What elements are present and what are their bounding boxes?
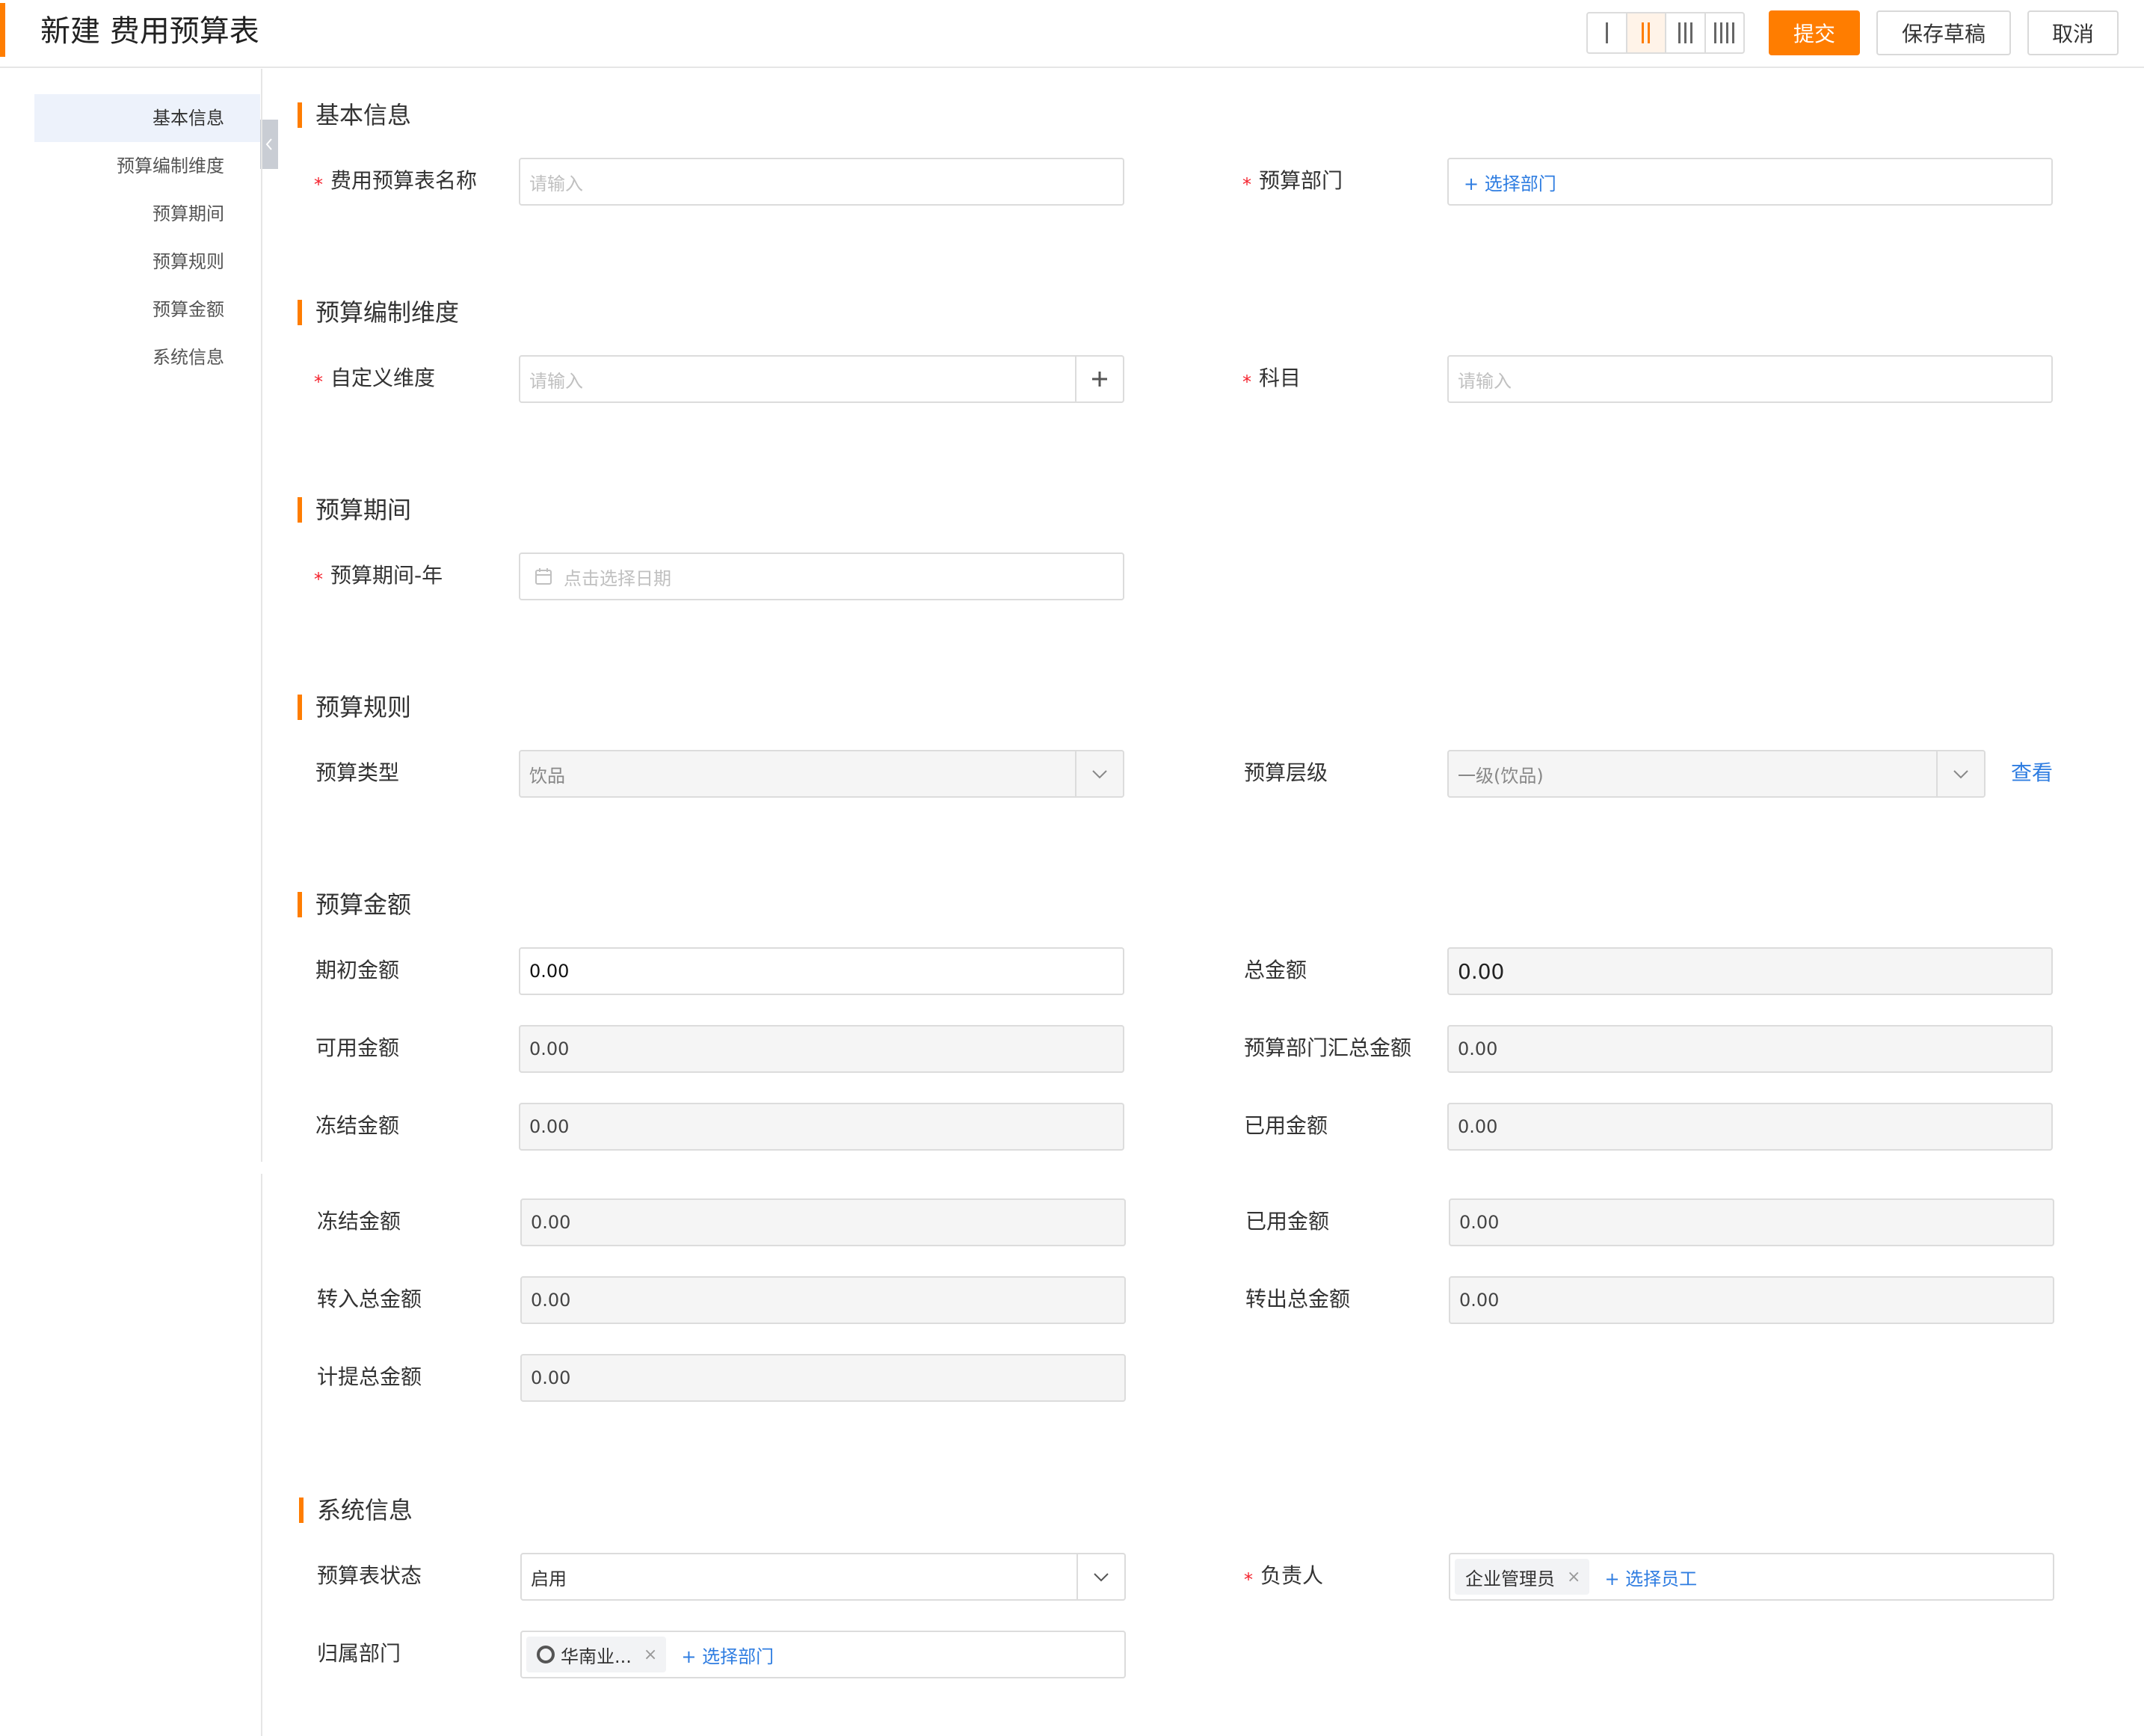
required-mark: * xyxy=(314,569,323,590)
used-amount-field: 0.00 xyxy=(1447,1103,2053,1151)
select-dept-link[interactable]: + 选择部门 xyxy=(666,1642,774,1668)
required-mark: * xyxy=(314,372,323,393)
dept-total-amount-field: 0.00 xyxy=(1447,1025,2053,1073)
period-year-datepicker[interactable]: 点击选择日期 xyxy=(519,552,1124,600)
owning-dept-selector[interactable]: 华南业... × + 选择部门 xyxy=(520,1631,1126,1678)
nav-item-period[interactable]: 预算期间 xyxy=(34,190,260,238)
frozen-amount-field: 0.00 xyxy=(519,1103,1124,1151)
dept-total-amount-label: 预算部门汇总金额 xyxy=(1244,1035,1412,1060)
status-dropdown[interactable] xyxy=(1076,1554,1124,1599)
subject-input[interactable]: 请输入 xyxy=(1447,355,2053,403)
nav-item-system-info[interactable]: 系统信息 xyxy=(34,333,260,381)
layout-2-column-button[interactable] xyxy=(1627,13,1666,52)
chevron-down-icon xyxy=(1953,770,1968,779)
used-amount-field: 0.00 xyxy=(1449,1198,2054,1246)
org-circle-icon xyxy=(537,1646,555,1663)
name-label: * 费用预算表名称 xyxy=(314,168,478,195)
layout-1-column-button[interactable] xyxy=(1588,13,1627,52)
layout-3-column-button[interactable] xyxy=(1666,13,1706,52)
used-amount-label: 已用金额 xyxy=(1244,1113,1328,1138)
budget-name-input[interactable]: 请输入 xyxy=(519,158,1124,206)
available-amount-field: 0.00 xyxy=(519,1025,1124,1073)
nav-item-rule[interactable]: 预算规则 xyxy=(34,238,260,286)
nav-item-basic-info[interactable]: 基本信息 xyxy=(34,94,260,142)
save-draft-button[interactable]: 保存草稿 xyxy=(1876,10,2011,55)
budget-level-dropdown[interactable] xyxy=(1936,751,1984,796)
add-dimension-button[interactable] xyxy=(1075,357,1123,401)
dept-label: * 预算部门 xyxy=(1242,168,1343,195)
view-level-link[interactable]: 查看 xyxy=(2011,758,2053,788)
sidebar-divider xyxy=(261,69,262,1162)
required-mark: * xyxy=(314,174,323,195)
section-title-period: 预算期间 xyxy=(315,496,412,524)
budget-type-label: 预算类型 xyxy=(315,760,400,785)
required-mark: * xyxy=(1242,372,1251,393)
remove-tag-icon[interactable]: × xyxy=(1567,1568,1580,1586)
section-accent-bar xyxy=(298,497,302,523)
available-amount-label: 可用金额 xyxy=(315,1035,400,1060)
cancel-button[interactable]: 取消 xyxy=(2027,10,2119,55)
nav-item-amount[interactable]: 预算金额 xyxy=(34,286,260,333)
chevron-down-icon xyxy=(1094,1573,1109,1582)
required-mark: * xyxy=(1244,1569,1253,1590)
transfer-out-label: 转出总金额 xyxy=(1245,1287,1351,1311)
select-dept-link[interactable]: + 选择部门 xyxy=(1449,169,1556,195)
layout-4-column-button[interactable] xyxy=(1706,13,1744,52)
chevron-down-icon xyxy=(1092,770,1107,779)
frozen-amount-field: 0.00 xyxy=(520,1198,1126,1246)
budget-type-dropdown[interactable] xyxy=(1075,751,1123,796)
header-accent-bar xyxy=(0,3,5,57)
nav-item-dimension[interactable]: 预算编制维度 xyxy=(34,142,260,190)
section-title-dimension: 预算编制维度 xyxy=(315,298,460,327)
owner-selector[interactable]: 企业管理员 × + 选择员工 xyxy=(1449,1553,2054,1601)
column-layout-switch[interactable] xyxy=(1586,12,1745,54)
remove-tag-icon[interactable]: × xyxy=(644,1646,657,1664)
frozen-amount-label: 冻结金额 xyxy=(315,1113,400,1138)
accrual-label: 计提总金额 xyxy=(317,1364,422,1389)
budget-dept-selector[interactable]: + 选择部门 xyxy=(1447,158,2053,206)
dept-tag: 华南业... × xyxy=(526,1637,667,1672)
required-mark: * xyxy=(1242,174,1251,195)
section-accent-bar xyxy=(298,102,302,128)
initial-amount-input[interactable]: 0.00 xyxy=(519,947,1124,995)
period-year-label: * 预算期间-年 xyxy=(314,563,443,590)
section-accent-bar xyxy=(298,300,302,325)
subject-label: * 科目 xyxy=(1242,366,1302,393)
submit-button[interactable]: 提交 xyxy=(1769,10,1860,55)
used-amount-label: 已用金额 xyxy=(1245,1209,1330,1234)
accrual-field: 0.00 xyxy=(520,1354,1126,1402)
section-accent-bar xyxy=(298,892,302,917)
section-title-rule: 预算规则 xyxy=(315,693,412,721)
transfer-out-field: 0.00 xyxy=(1449,1276,2054,1324)
total-amount-label: 总金额 xyxy=(1244,958,1307,982)
section-accent-bar xyxy=(299,1498,304,1523)
calendar-icon xyxy=(535,568,552,585)
section-title-basic: 基本信息 xyxy=(315,101,412,129)
custom-dimension-label: * 自定义维度 xyxy=(314,366,436,393)
budget-level-label: 预算层级 xyxy=(1244,760,1328,785)
owning-dept-label: 归属部门 xyxy=(317,1641,401,1666)
budget-type-select[interactable]: 饮品 xyxy=(519,750,1124,798)
status-label: 预算表状态 xyxy=(317,1563,422,1588)
total-amount-field: 0.00 xyxy=(1447,947,2053,995)
section-title-system: 系统信息 xyxy=(317,1496,413,1524)
transfer-in-label: 转入总金额 xyxy=(317,1287,422,1311)
select-employee-link[interactable]: + 选择员工 xyxy=(1589,1564,1697,1590)
plus-icon xyxy=(1092,372,1107,387)
custom-dimension-input[interactable]: 请输入 xyxy=(519,355,1124,403)
initial-amount-label: 期初金额 xyxy=(315,958,400,982)
page-header: 新建 费用预算表 提交 保存草稿 取消 xyxy=(0,0,2144,68)
sidebar-collapse-button[interactable] xyxy=(260,120,278,169)
section-accent-bar xyxy=(298,695,302,720)
owner-tag: 企业管理员 × xyxy=(1455,1559,1590,1595)
chevron-left-icon xyxy=(265,138,272,150)
section-title-amount: 预算金额 xyxy=(315,890,412,919)
page-title: 新建 费用预算表 xyxy=(40,14,259,49)
budget-level-select[interactable]: 一级(饮品) xyxy=(1447,750,1986,798)
frozen-amount-label: 冻结金额 xyxy=(317,1209,401,1234)
sidebar-divider-lower xyxy=(261,1174,262,1736)
status-select[interactable]: 启用 xyxy=(520,1553,1126,1601)
transfer-in-field: 0.00 xyxy=(520,1276,1126,1324)
owner-label: * 负责人 xyxy=(1244,1563,1324,1590)
